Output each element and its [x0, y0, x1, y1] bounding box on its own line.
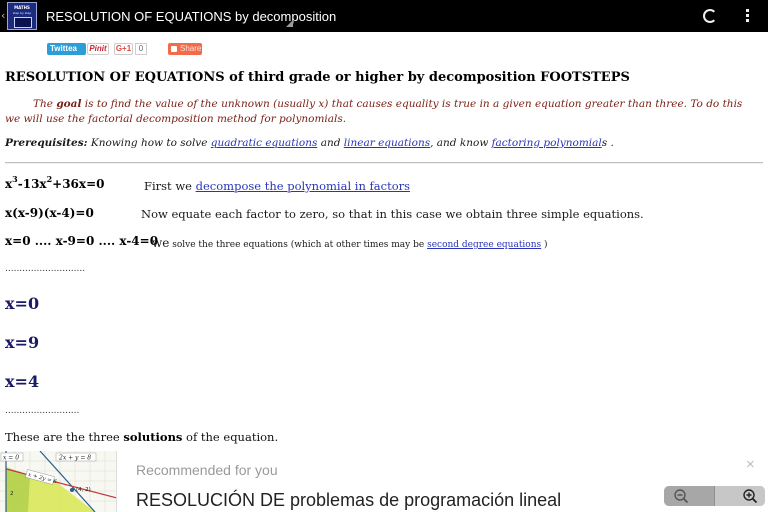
pinterest-button[interactable]: Pinit: [87, 43, 109, 55]
goal-paragraph: The goal is to find the value of the unk…: [5, 97, 750, 127]
linear-equations-link[interactable]: linear equations: [344, 137, 430, 149]
eq-part: -13x: [17, 177, 47, 191]
goal-text-rest: is to find the value of the unknown (usu…: [5, 98, 743, 125]
recommended-title[interactable]: RESOLUCIÓN DE problemas de programación …: [136, 490, 561, 511]
dotted-separator: ............................: [5, 264, 86, 274]
app-logo[interactable]: MATHS step by step: [7, 2, 37, 30]
prereq-text-3: , and know: [430, 137, 492, 149]
loading-icon: [703, 9, 717, 23]
step-3-note-we: we: [152, 236, 170, 250]
eq-exponent: 2: [46, 174, 53, 184]
goal-bold-word: goal: [56, 98, 82, 110]
title-dropdown-indicator[interactable]: [286, 20, 293, 27]
solution-3: x=4: [5, 372, 40, 391]
step-1-note: First we decompose the polynomial in fac…: [144, 179, 410, 193]
equation-factored: x(x-9)(x-4)=0: [5, 206, 94, 220]
divider: [5, 162, 763, 164]
page-heading: RESOLUTION OF EQUATIONS of third grade o…: [5, 70, 630, 85]
solution-1: x=0: [5, 294, 40, 313]
recommended-label: Recommended for you: [136, 462, 278, 478]
overflow-menu-icon[interactable]: [746, 9, 750, 24]
prereq-text-4: s .: [601, 137, 614, 149]
app-bar: ‹ MATHS step by step RESOLUTION OF EQUAT…: [0, 0, 768, 32]
prereq-text-2: and: [317, 137, 344, 149]
prerequisites-line: Prerequisites: Knowing how to solve quad…: [5, 137, 614, 149]
prerequisites-label: Prerequisites:: [5, 137, 88, 149]
google-plus-button[interactable]: G+1: [114, 43, 133, 55]
step-3-note: we solve the three equations (which at o…: [152, 236, 548, 250]
eq-exponent: 3: [12, 174, 18, 184]
prereq-text-1: Knowing how to solve: [87, 137, 211, 149]
thumb-eq1: x = 0: [3, 455, 19, 462]
zoom-out-icon: [674, 489, 689, 504]
step-2-note: Now equate each factor to zero, so that …: [141, 207, 644, 221]
step-3-note-text: solve the three equations (which at othe…: [169, 240, 428, 250]
google-plus-count: 0: [135, 43, 147, 55]
share-label: Share: [180, 44, 202, 53]
app-logo-text: MATHS: [14, 5, 30, 10]
share-icon: [171, 46, 177, 52]
google-plus-count-value: 0: [138, 44, 144, 53]
zoom-in-icon: [742, 489, 757, 504]
conclusion-pre: These are the three: [5, 430, 124, 444]
equation-original: x3-13x2+36x=0: [5, 174, 105, 191]
thumb-eq2: 2x + y = 8: [58, 455, 91, 462]
app-logo-graphic: [14, 17, 32, 28]
back-icon[interactable]: ‹: [1, 10, 5, 21]
equation-split: x=0 .... x-9=0 .... x-4=0: [5, 234, 159, 248]
pinterest-label: Pinit: [89, 44, 107, 53]
recommended-thumbnail[interactable]: x = 0 2x + y = 8 x + 2y = 6 (4, 2) 2: [0, 451, 117, 512]
dotted-separator: ..........................: [5, 406, 80, 416]
goal-text-pre: The: [33, 98, 57, 110]
zoom-in-button[interactable]: [714, 486, 765, 506]
solution-2: x=9: [5, 333, 40, 352]
thumb-point: (4, 2): [76, 487, 91, 493]
share-button[interactable]: Share: [168, 43, 202, 55]
factoring-polynomial-link[interactable]: factoring polynomial: [492, 137, 602, 149]
conclusion-text: These are the three solutions of the equ…: [5, 430, 278, 444]
eq-part: +36x=0: [52, 177, 105, 191]
linear-programming-graph: x = 0 2x + y = 8 x + 2y = 6 (4, 2) 2: [0, 451, 116, 512]
twitter-share-button[interactable]: Twittea: [47, 43, 86, 55]
close-icon[interactable]: ×: [746, 456, 755, 473]
thumb-ytick: 2: [10, 491, 14, 497]
decompose-polynomial-link[interactable]: decompose the polynomial in factors: [196, 179, 410, 193]
conclusion-bold: solutions: [123, 430, 183, 444]
step-1-note-text: First we: [144, 179, 196, 193]
app-logo-subtext: step by step: [12, 11, 32, 15]
zoom-out-button[interactable]: [664, 486, 715, 506]
conclusion-post: of the equation.: [182, 430, 279, 444]
zoom-control: [664, 486, 765, 506]
twitter-share-label: Twittea: [50, 44, 77, 53]
google-plus-label: G+1: [115, 44, 132, 53]
second-degree-equations-link[interactable]: second degree equations: [427, 240, 541, 250]
step-3-note-end: ): [541, 240, 548, 250]
quadratic-equations-link[interactable]: quadratic equations: [211, 137, 318, 149]
